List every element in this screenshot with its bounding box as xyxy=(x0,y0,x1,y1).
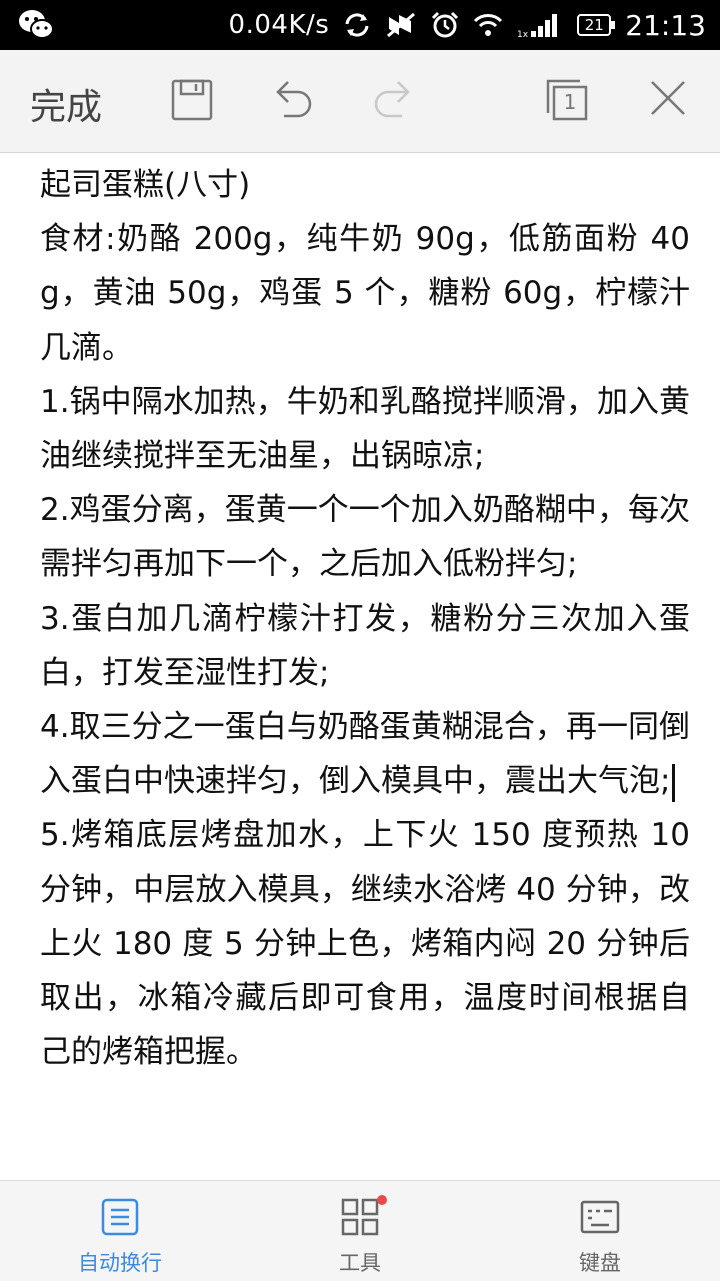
step-2-paragraph[interactable]: 2.鸡蛋分离，蛋黄一个一个加入奶酪糊中，每次需拌匀再加下一个，之后加入低粉拌匀; xyxy=(40,483,690,591)
page-number: 1 xyxy=(563,90,577,114)
auto-wrap-label: 自动换行 xyxy=(78,1251,162,1275)
notification-dot xyxy=(377,1195,387,1205)
step-4-paragraph[interactable]: 4.取三分之一蛋白与奶酪蛋黄糊混合，再一同倒入蛋白中快速拌匀，倒入模具中，震出大… xyxy=(40,700,690,808)
text-cursor xyxy=(672,763,676,802)
wifi-icon xyxy=(473,13,503,37)
keyboard-icon xyxy=(580,1197,620,1237)
redo-icon[interactable] xyxy=(370,78,416,124)
document-title[interactable]: 起司蛋糕(八寸) xyxy=(40,158,690,212)
done-button[interactable]: 完成 xyxy=(30,78,102,130)
tools-icon xyxy=(340,1197,380,1237)
sync-icon xyxy=(343,12,371,38)
ingredients-paragraph[interactable]: 食材:奶酪 200g，纯牛奶 90g，低筋面粉 40g，黄油 50g，鸡蛋 5 … xyxy=(40,212,690,375)
document-editor[interactable]: 起司蛋糕(八寸) 食材:奶酪 200g，纯牛奶 90g，低筋面粉 40g，黄油 … xyxy=(40,152,690,1180)
step-4-text[interactable]: 4.取三分之一蛋白与奶酪蛋黄糊混合，再一同倒入蛋白中快速拌匀，倒入模具中，震出大… xyxy=(40,709,690,799)
close-icon[interactable] xyxy=(648,78,694,124)
network-speed: 0.04K/s xyxy=(228,10,330,40)
clock: 21:13 xyxy=(625,8,706,42)
pages-icon[interactable]: 1 xyxy=(545,78,591,124)
undo-icon[interactable] xyxy=(270,78,316,124)
battery-icon: 21 xyxy=(577,14,616,36)
step-3-paragraph[interactable]: 3.蛋白加几滴柠檬汁打发，糖粉分三次加入蛋白，打发至湿性打发; xyxy=(40,592,690,700)
auto-wrap-button[interactable]: 自动换行 xyxy=(0,1181,240,1281)
status-bar: 0.04K/s 1x 21 21:13 xyxy=(0,0,720,50)
wrap-icon xyxy=(100,1197,140,1237)
wechat-icon xyxy=(18,8,54,42)
tools-label: 工具 xyxy=(339,1251,381,1275)
step-1-paragraph[interactable]: 1.锅中隔水加热，牛奶和乳酪搅拌顺滑，加入黄油继续搅拌至无油星，出锅晾凉; xyxy=(40,375,690,483)
keyboard-button[interactable]: 键盘 xyxy=(480,1181,720,1281)
step-5-paragraph[interactable]: 5.烤箱底层烤盘加水，上下火 150 度预热 10 分钟，中层放入模具，继续水浴… xyxy=(40,808,690,1079)
signal-icon: 1x xyxy=(517,11,563,39)
svg-text:1x: 1x xyxy=(517,30,529,39)
bottom-toolbar: 自动换行 工具 键盘 xyxy=(0,1180,720,1281)
keyboard-label: 键盘 xyxy=(579,1251,621,1275)
save-icon[interactable] xyxy=(170,78,216,124)
alarm-icon xyxy=(431,11,459,39)
editor-toolbar: 完成 1 xyxy=(0,50,720,153)
tools-button[interactable]: 工具 xyxy=(240,1181,480,1281)
mute-icon xyxy=(385,11,417,39)
